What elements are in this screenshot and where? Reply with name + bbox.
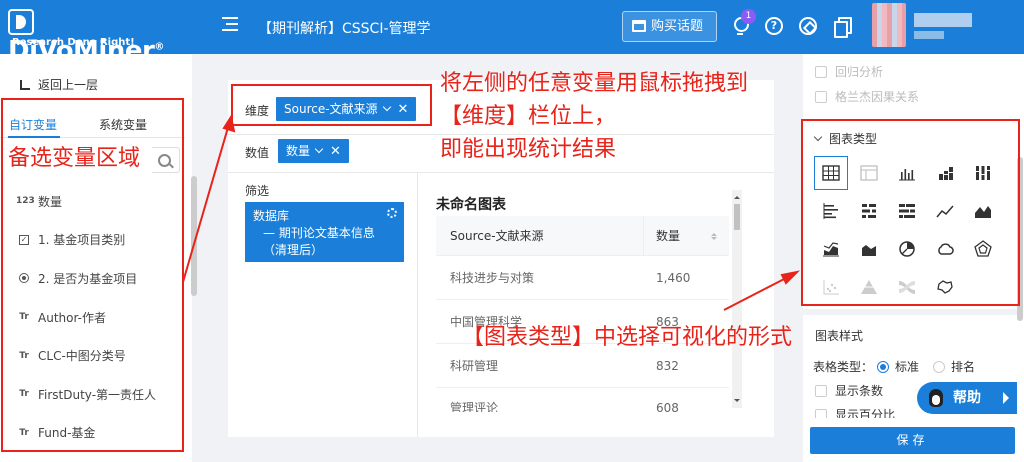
show-percent-option[interactable]: 显示百分比 [815,406,895,418]
scroll-thumb[interactable] [734,204,740,230]
username-sub-blurred [914,31,944,39]
save-button[interactable]: 保存 [810,427,1015,454]
annotation-chart-hint: 【图表类型】中选择可视化的形式 [462,325,793,350]
table-row: 科技进步与对策 1,460 [436,256,729,300]
show-count-option[interactable]: 显示条数 [815,382,883,399]
column-header[interactable]: 数量 [644,216,729,255]
buy-topic-button[interactable]: 购买话题 [622,11,717,42]
chevron-down-icon[interactable] [314,144,324,154]
table-header: Source-文献来源 数量 [436,216,729,256]
filter-label: 筛选 [245,184,270,198]
value-chip[interactable]: 数量 ✕ [278,139,349,163]
sort-icon[interactable] [711,230,717,242]
logo-tagline: Research Done Right! [12,37,135,48]
cart-icon [632,20,646,32]
scroll-down-icon[interactable] [734,399,740,405]
copy-icon[interactable] [833,17,852,38]
checkbox [815,91,827,103]
radio-standard[interactable] [877,361,890,373]
penguin-icon [929,389,943,407]
gear-icon[interactable] [387,208,397,218]
database-item: — 期刊论文基本信息（清理后） [263,226,375,257]
logo-d-icon [8,9,34,35]
left-panel-scrollbar[interactable] [191,176,197,296]
table-type-row: 表格类型： 标准 排名 [813,360,976,374]
granger-option: 格兰杰因果关系 [815,88,919,105]
top-header: DiVoMiner® Research Done Right! 【期刊解析】CS… [0,0,1024,66]
database-filter[interactable]: 数据库 — 期刊论文基本信息（清理后） [245,202,404,262]
divider [417,172,418,437]
close-icon[interactable]: ✕ [330,140,341,164]
back-arrow-icon [20,80,30,90]
divider [228,172,774,173]
annotation-box-dimension [231,84,432,126]
annotation-drag-hint-3: 即能出现统计结果 [440,137,617,162]
column-header[interactable]: Source-文献来源 [436,216,644,255]
result-table: Source-文献来源 数量 科技进步与对策 1,460 中国管理科学 863 科研… [436,216,729,412]
page-title: 【期刊解析】CSSCI-管理学 [258,21,431,37]
notification-badge: 1 [741,9,756,24]
section-divider [803,309,1018,315]
help-button[interactable]: 帮助 [917,382,1017,414]
compass-icon[interactable] [799,17,817,35]
back-link[interactable]: 返回上一层 [20,76,98,93]
username-blurred[interactable] [914,13,972,27]
annotation-box-chart-type [801,119,1020,306]
table-scrollbar[interactable] [732,190,742,408]
play-arrow-icon [1003,392,1009,404]
divominer-logo[interactable]: DiVoMiner® Research Done Right! [8,6,183,66]
checkbox[interactable] [815,409,827,418]
checkbox[interactable] [815,385,827,397]
chart-workspace: 维度 Source-文献来源 ✕ 数值 数量 ✕ 筛选 数据库 — 期刊论文基本信息… [228,80,774,437]
question-icon[interactable]: ? [765,17,783,35]
scroll-up-icon[interactable] [734,193,740,199]
database-title: 数据库 [253,209,290,223]
checkbox [815,66,827,78]
chart-title[interactable]: 未命名图表 [436,194,506,214]
value-label: 数值 [245,146,270,160]
annotation-drag-hint-2: 【维度】栏位上， [440,104,617,129]
annotation-variable-area: 备选变量区域 [8,146,141,171]
menu-toggle-icon[interactable] [222,17,240,33]
radio-rank[interactable] [933,361,946,373]
table-row: 管理评论 608 [450,401,679,412]
logo-registered: ® [154,41,164,53]
annotation-drag-hint-1: 将左侧的任意变量用鼠标拖拽到 [440,71,749,96]
avatar[interactable] [872,3,906,47]
regression-option: 回归分析 [815,63,883,80]
chart-style-title[interactable]: 图表样式 [815,327,863,344]
arrow-head [780,270,801,285]
